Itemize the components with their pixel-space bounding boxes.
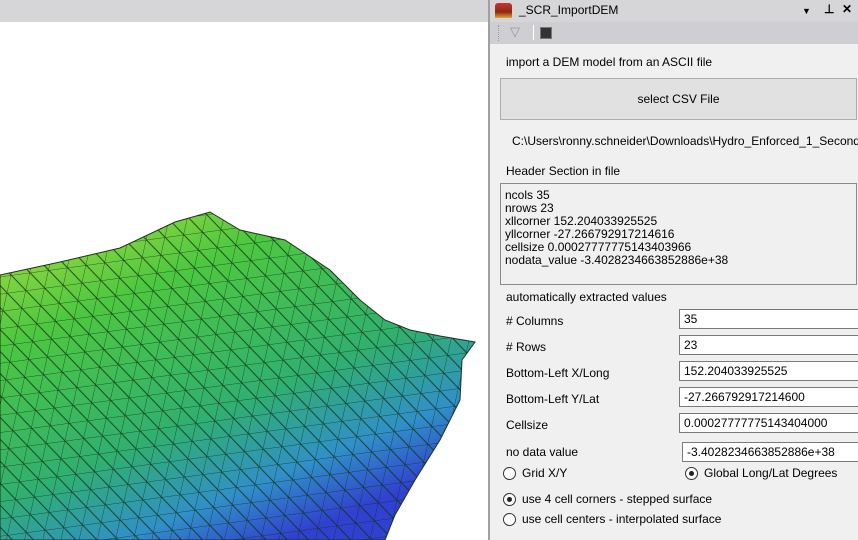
radio-circle[interactable]: [503, 492, 516, 506]
import-dem-panel: _SCR_ImportDEM ▼ ⊥ ✕ ▽ import a DEM mode…: [488, 0, 858, 540]
extracted-values-label: automatically extracted values: [506, 290, 667, 304]
radio-label: use cell centers - interpolated surface: [522, 512, 722, 526]
no-data-value-input[interactable]: -3.4028234663852886e+38: [682, 442, 858, 462]
header-line: ncols 35: [505, 188, 550, 202]
file-path-text: C:\Users\ronny.schneider\Downloads\Hydro…: [512, 134, 858, 148]
header-line: nodata_value -3.4028234663852886e+38: [505, 253, 729, 267]
radio-label: use 4 cell corners - stepped surface: [522, 492, 713, 506]
cellsize-input[interactable]: 0.00027777775143404000: [679, 413, 858, 433]
radio-cell-centers[interactable]: use cell centers - interpolated surface: [503, 512, 721, 526]
bottom-left-x-label: Bottom-Left X/Long: [506, 366, 610, 380]
rows-input[interactable]: 23: [679, 335, 858, 355]
radio-circle[interactable]: [503, 466, 516, 480]
radio-label: Global Long/Lat Degrees: [704, 466, 838, 480]
toolbar-menu-triangle-icon[interactable]: ▽: [510, 24, 520, 40]
header-section-label: Header Section in file: [506, 164, 621, 178]
no-data-value-label: no data value: [506, 445, 579, 459]
panel-title: _SCR_ImportDEM: [519, 3, 619, 17]
close-icon[interactable]: ✕: [842, 2, 852, 16]
console-icon[interactable]: [540, 27, 552, 39]
intro-text: import a DEM model from an ASCII file: [506, 55, 713, 69]
columns-input[interactable]: 35: [679, 309, 858, 329]
bottom-left-y-label: Bottom-Left Y/Lat: [506, 392, 600, 406]
radio-cell-corners[interactable]: use 4 cell corners - stepped surface: [503, 492, 712, 506]
toolbar-separator: [533, 25, 534, 40]
3d-viewport[interactable]: [0, 0, 488, 540]
radio-circle[interactable]: [503, 512, 516, 526]
header-section-textbox[interactable]: ncols 35 nrows 23 xllcorner 152.20403392…: [500, 183, 857, 285]
toolbar-grip[interactable]: [498, 25, 501, 41]
radio-grid-xy[interactable]: Grid X/Y: [503, 466, 567, 480]
columns-label: # Columns: [506, 314, 564, 328]
select-csv-file-button[interactable]: select CSV File: [500, 78, 857, 120]
radio-circle[interactable]: [685, 466, 698, 480]
panel-title-bar: _SCR_ImportDEM ▼ ⊥ ✕: [490, 0, 858, 22]
cellsize-label: Cellsize: [506, 418, 549, 432]
dropdown-arrow-icon[interactable]: ▼: [802, 6, 811, 16]
radio-label: Grid X/Y: [522, 466, 568, 480]
rows-label: # Rows: [506, 340, 547, 354]
pin-icon[interactable]: ⊥: [824, 2, 834, 16]
bottom-left-y-input[interactable]: -27.266792917214600: [679, 387, 858, 407]
radio-global-long-lat[interactable]: Global Long/Lat Degrees: [685, 466, 837, 480]
panel-toolbar: ▽: [490, 22, 858, 44]
bottom-left-x-input[interactable]: 152.204033925525: [679, 361, 858, 381]
dem-surface-mesh: [0, 211, 476, 540]
app-logo-icon: [495, 3, 512, 18]
